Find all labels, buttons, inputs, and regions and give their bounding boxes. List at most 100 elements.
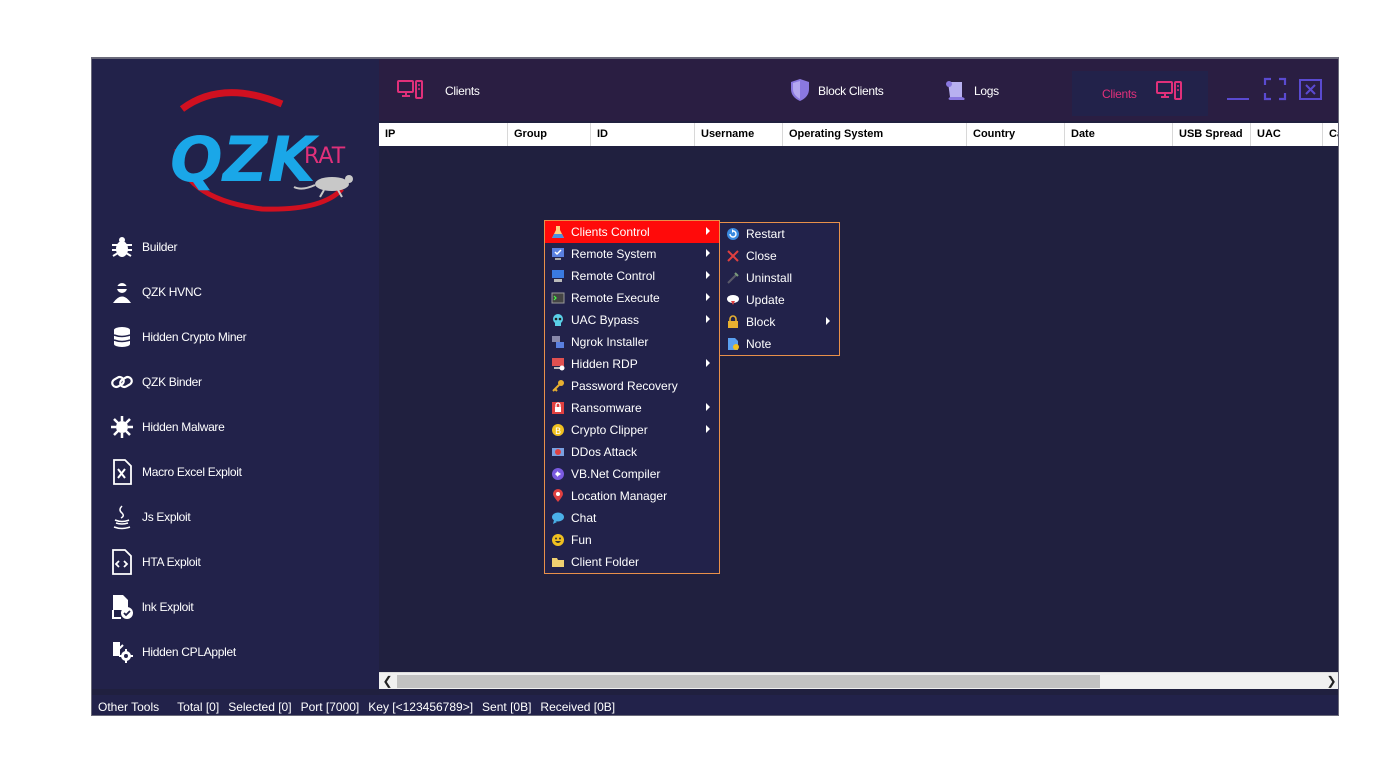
menu-item-client-folder[interactable]: Client Folder — [545, 551, 719, 573]
received-value: Received [0B] — [540, 699, 616, 714]
menu-item-fun[interactable]: Fun — [545, 529, 719, 551]
tab-clients-active[interactable]: Clients — [1072, 71, 1208, 116]
menu-item-clients-control[interactable]: Clients Control — [545, 221, 719, 243]
menu-item-ransomware[interactable]: Ransomware — [545, 397, 719, 419]
skull-icon — [550, 312, 566, 328]
menu-item-label: Ransomware — [571, 401, 642, 415]
sidebar-item-lnk-exploit[interactable]: lnk Exploit — [109, 592, 369, 622]
map-pin-icon — [550, 488, 566, 504]
other-tools-button[interactable]: Other Tools — [98, 700, 159, 714]
menu-item-remote-execute[interactable]: Remote Execute — [545, 287, 719, 309]
visual-studio-icon — [550, 466, 566, 482]
menu-item-label: UAC Bypass — [571, 313, 640, 327]
shield-icon — [789, 78, 811, 105]
submenu-arrow-icon — [826, 317, 830, 325]
maximize-button[interactable] — [1263, 77, 1287, 106]
menu-item-label: Password Recovery — [571, 379, 678, 393]
column-header-uac[interactable]: UAC — [1251, 123, 1323, 146]
menu-item-vb-net-compiler[interactable]: VB.Net Compiler — [545, 463, 719, 485]
sidebar-item-qzk-hvnc[interactable]: QZK HVNC — [109, 277, 369, 307]
sidebar-item-js-exploit[interactable]: Js Exploit — [109, 502, 369, 532]
sidebar-item-label: QZK HVNC — [142, 285, 202, 299]
menu-item-block[interactable]: Block — [720, 311, 839, 333]
maximize-icon — [1263, 77, 1287, 101]
sidebar-item-hidden-malware[interactable]: Hidden Malware — [109, 412, 369, 442]
sidebar-item-label: Js Exploit — [142, 510, 191, 524]
scroll-left-icon[interactable]: ❮ — [379, 673, 396, 690]
chat-icon — [550, 510, 566, 526]
column-header-country[interactable]: Country — [967, 123, 1065, 146]
sidebar-item-hidden-cplapplet[interactable]: Hidden CPLApplet — [109, 637, 369, 667]
submenu-arrow-icon — [706, 293, 710, 301]
menu-item-crypto-clipper[interactable]: B Crypto Clipper — [545, 419, 719, 441]
svg-text:RAT: RAT — [304, 144, 346, 169]
menu-item-uac-bypass[interactable]: UAC Bypass — [545, 309, 719, 331]
menu-item-update[interactable]: Update — [720, 289, 839, 311]
sidebar-item-macro-excel-exploit[interactable]: Macro Excel Exploit — [109, 457, 369, 487]
folder-icon — [550, 554, 566, 570]
menu-item-location-manager[interactable]: Location Manager — [545, 485, 719, 507]
lock-icon — [725, 314, 741, 330]
menu-item-uninstall[interactable]: Uninstall — [720, 267, 839, 289]
terminal-icon — [550, 290, 566, 306]
rdp-icon — [550, 356, 566, 372]
menu-item-hidden-rdp[interactable]: Hidden RDP — [545, 353, 719, 375]
menu-item-label: Note — [746, 337, 772, 351]
monitor-icon — [397, 79, 423, 103]
sidebar-item-label: Macro Excel Exploit — [142, 465, 242, 479]
menu-item-label: Fun — [571, 533, 592, 547]
clients-table-header: IP Group ID Username Operating System Co… — [379, 123, 1338, 146]
close-window-button[interactable] — [1299, 79, 1323, 106]
java-icon — [109, 504, 135, 530]
menu-item-password-recovery[interactable]: Password Recovery — [545, 375, 719, 397]
clients-control-submenu: Restart Close Uninstall Update Block Not… — [719, 222, 840, 356]
menu-item-label: Hidden RDP — [571, 357, 638, 371]
menu-item-label: Remote Execute — [571, 291, 660, 305]
horizontal-scrollbar[interactable]: ❮ ❯ — [379, 672, 1338, 690]
submenu-arrow-icon — [706, 359, 710, 367]
menu-item-ngrok-installer[interactable]: Ngrok Installer — [545, 331, 719, 353]
minimize-button[interactable] — [1227, 89, 1251, 107]
block-clients-button[interactable]: Block Clients — [789, 77, 884, 105]
key-icon — [550, 378, 566, 394]
sidebar-item-label: Builder — [142, 240, 178, 254]
clients-button[interactable]: Clients — [397, 77, 480, 105]
column-header-id[interactable]: ID — [591, 123, 695, 146]
scroll-icon — [944, 79, 968, 104]
submenu-arrow-icon — [706, 403, 710, 411]
scroll-right-icon[interactable]: ❯ — [1323, 673, 1338, 690]
column-header-usb-spread[interactable]: USB Spread — [1173, 123, 1251, 146]
menu-item-remote-system[interactable]: Remote System — [545, 243, 719, 265]
note-icon — [725, 336, 741, 352]
column-header-ca[interactable]: Ca — [1323, 123, 1338, 146]
column-header-group[interactable]: Group — [508, 123, 591, 146]
excel-file-icon — [109, 459, 135, 485]
column-header-username[interactable]: Username — [695, 123, 783, 146]
menu-item-label: Client Folder — [571, 555, 640, 569]
submenu-arrow-icon — [706, 271, 710, 279]
sidebar-item-qzk-binder[interactable]: QZK Binder — [109, 367, 369, 397]
menu-item-chat[interactable]: Chat — [545, 507, 719, 529]
sidebar-item-hta-exploit[interactable]: HTA Exploit — [109, 547, 369, 577]
uninstall-icon — [725, 270, 741, 286]
logs-button[interactable]: Logs — [944, 77, 999, 105]
column-header-ip[interactable]: IP — [379, 123, 508, 146]
sidebar-item-hidden-crypto-miner[interactable]: Hidden Crypto Miner — [109, 322, 369, 352]
menu-item-restart[interactable]: Restart — [720, 223, 839, 245]
sidebar-item-label: Hidden CPLApplet — [142, 645, 236, 659]
menu-item-label: Remote Control — [571, 269, 656, 283]
minimize-icon — [1227, 98, 1249, 100]
sidebar-item-label: HTA Exploit — [142, 555, 201, 569]
virus-icon — [109, 414, 135, 440]
sidebar-item-builder[interactable]: Builder — [109, 232, 369, 262]
menu-item-ddos-attack[interactable]: DDos Attack — [545, 441, 719, 463]
sidebar-item-label: QZK Binder — [142, 375, 202, 389]
menu-item-note[interactable]: Note — [720, 333, 839, 355]
key-value: Key [<123456789>] — [368, 699, 474, 714]
column-header-operating-system[interactable]: Operating System — [783, 123, 967, 146]
column-header-date[interactable]: Date — [1065, 123, 1173, 146]
ddos-icon — [550, 444, 566, 460]
menu-item-remote-control[interactable]: Remote Control — [545, 265, 719, 287]
scrollbar-thumb[interactable] — [397, 675, 1100, 688]
menu-item-close[interactable]: Close — [720, 245, 839, 267]
